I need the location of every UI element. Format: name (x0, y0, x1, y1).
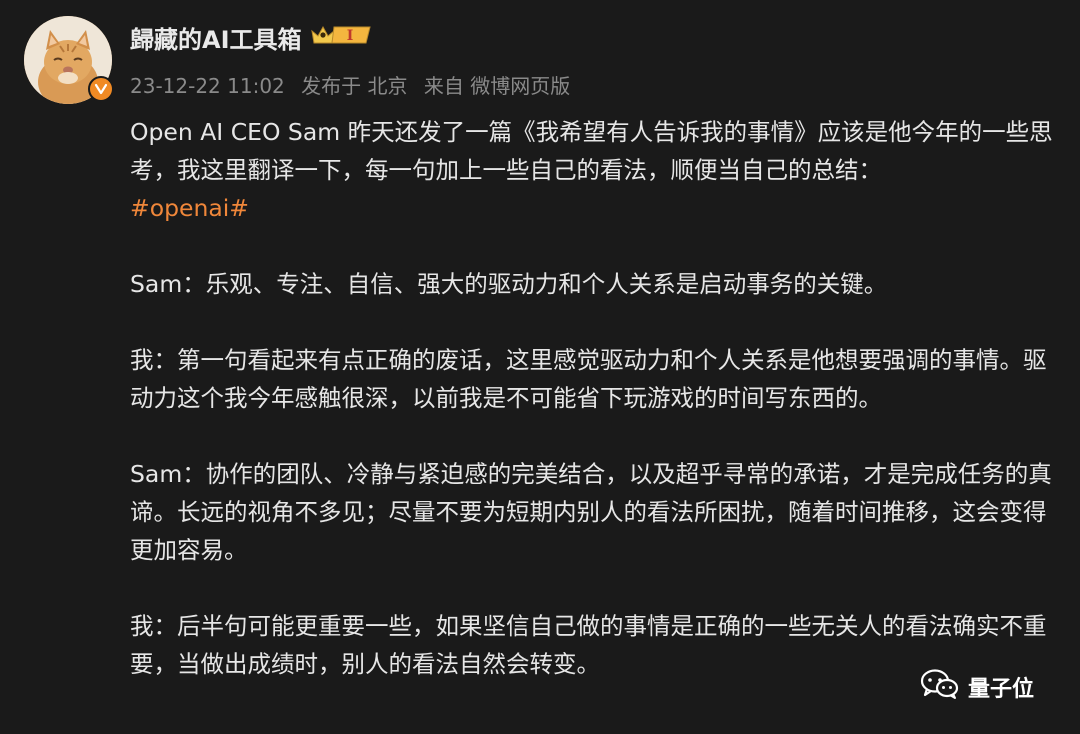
avatar[interactable] (24, 16, 114, 104)
post-timestamp[interactable]: 23-12-22 11:02 (130, 74, 285, 98)
verified-badge-icon (88, 76, 114, 102)
watermark: 量子位 (920, 668, 1034, 706)
paragraph-intro: Open AI CEO Sam 昨天还发了一篇《我希望有人告诉我的事情》应该是他… (130, 113, 1060, 227)
paragraph-sam-2: Sam：协作的团队、冷静与紧迫感的完美结合，以及超乎寻常的承诺，才是完成任务的真… (130, 460, 1052, 564)
paragraph-intro-text: Open AI CEO Sam 昨天还发了一篇《我希望有人告诉我的事情》应该是他… (130, 118, 1053, 184)
paragraph-sam-1: Sam：乐观、专注、自信、强大的驱动力和个人关系是启动事务的关键。 (130, 270, 888, 298)
vip-level: I (346, 28, 353, 44)
post-meta: 23-12-22 11:02 发布于 北京 来自 微博网页版 (130, 70, 580, 99)
username-row: 歸藏的AI工具箱 I (130, 20, 374, 55)
wechat-icon (920, 668, 960, 706)
post-source: 来自 微博网页版 (423, 74, 571, 98)
post-body: Open AI CEO Sam 昨天还发了一篇《我希望有人告诉我的事情》应该是他… (130, 113, 1060, 721)
username[interactable]: 歸藏的AI工具箱 (130, 20, 302, 55)
post-location: 发布于 北京 (301, 74, 408, 98)
paragraph-me-1: 我：第一句看起来有点正确的废话，这里感觉驱动力和个人关系是他想要强调的事情。驱动… (130, 346, 1047, 412)
watermark-label: 量子位 (968, 677, 1035, 702)
hashtag-link[interactable]: #openai# (130, 194, 249, 222)
weibo-post: 歸藏的AI工具箱 I 23-12-22 11:02 发布于 北京 来自 微博网页… (0, 0, 1080, 734)
vip-crown-icon[interactable]: I (310, 22, 374, 54)
